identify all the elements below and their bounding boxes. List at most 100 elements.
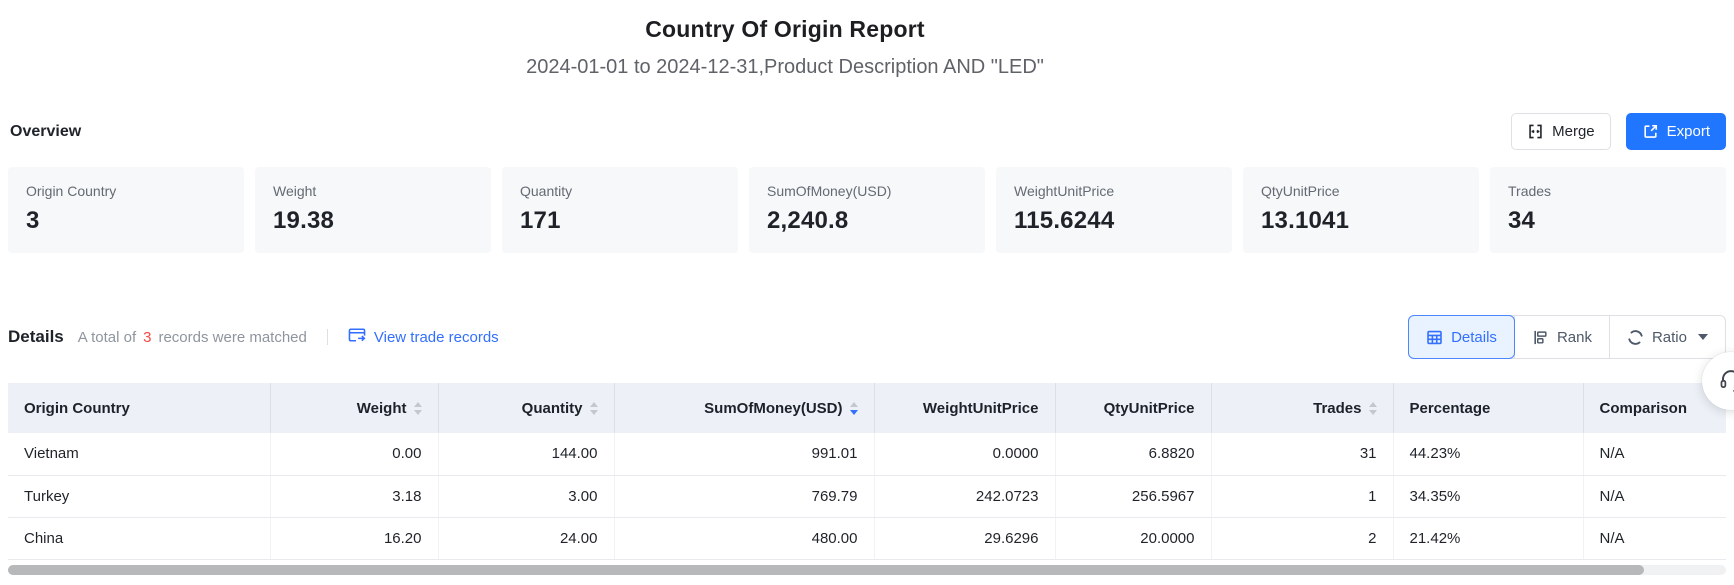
card-label: QtyUnitPrice	[1261, 183, 1461, 199]
view-trade-records-label: View trade records	[374, 329, 499, 346]
column-header-trades[interactable]: Trades	[1211, 383, 1393, 433]
cell-trades: 2	[1211, 517, 1393, 559]
cell-origin-country: China	[8, 517, 270, 559]
cell-comparison: N/A	[1583, 517, 1726, 559]
cell-sumofmoney-usd: 991.01	[614, 433, 874, 475]
table-row: China16.2024.00480.0029.629620.0000221.4…	[8, 517, 1726, 559]
export-button[interactable]: Export	[1626, 113, 1726, 150]
rank-icon	[1532, 329, 1549, 346]
divider	[327, 329, 328, 345]
table-row: Vietnam0.00144.00991.010.00006.88203144.…	[8, 433, 1726, 475]
horizontal-scrollbar-thumb[interactable]	[8, 565, 1644, 575]
page-title: Country Of Origin Report	[0, 16, 1570, 43]
card-label: Trades	[1508, 183, 1708, 199]
cell-weightunitprice: 29.6296	[874, 517, 1055, 559]
card-value: 115.6244	[1014, 207, 1214, 235]
details-heading: Details	[8, 327, 64, 347]
column-header-label: Quantity	[522, 400, 583, 417]
column-header-origin-country: Origin Country	[8, 383, 270, 433]
column-header-percentage: Percentage	[1393, 383, 1583, 433]
column-header-label: Percentage	[1410, 400, 1491, 417]
cell-sumofmoney-usd: 769.79	[614, 475, 874, 517]
overview-card-sumofmoney-usd: SumOfMoney(USD) 2,240.8	[749, 167, 985, 253]
column-header-weight[interactable]: Weight	[270, 383, 438, 433]
window-arrow-icon	[348, 326, 366, 348]
sort-icon[interactable]	[590, 402, 598, 415]
table-row: Turkey3.183.00769.79242.0723256.5967134.…	[8, 475, 1726, 517]
toolbar-buttons: Merge Export	[1511, 113, 1726, 150]
cell-qtyunitprice: 256.5967	[1055, 475, 1211, 517]
view-mode-details-button[interactable]: Details	[1408, 315, 1515, 359]
cell-comparison: N/A	[1583, 433, 1726, 475]
column-header-label: Origin Country	[24, 400, 130, 417]
cell-weight: 16.20	[270, 517, 438, 559]
merge-button-label: Merge	[1552, 123, 1595, 140]
column-header-quantity[interactable]: Quantity	[438, 383, 614, 433]
cell-percentage: 34.35%	[1393, 475, 1583, 517]
overview-card-qtyunitprice: QtyUnitPrice 13.1041	[1243, 167, 1479, 253]
card-label: WeightUnitPrice	[1014, 183, 1214, 199]
card-value: 34	[1508, 207, 1708, 235]
column-header-label: Comparison	[1600, 400, 1688, 417]
export-icon	[1642, 123, 1659, 140]
cell-weightunitprice: 0.0000	[874, 433, 1055, 475]
card-label: SumOfMoney(USD)	[767, 183, 967, 199]
page-subtitle: 2024-01-01 to 2024-12-31,Product Descrip…	[0, 56, 1570, 79]
card-value: 2,240.8	[767, 207, 967, 235]
overview-heading: Overview	[8, 123, 81, 141]
sort-icon[interactable]	[414, 402, 422, 415]
card-label: Quantity	[520, 183, 720, 199]
overview-cards: Origin Country3Weight19.38Quantity171Sum…	[8, 167, 1726, 253]
view-mode-rank-button[interactable]: Rank	[1514, 316, 1609, 358]
sort-icon[interactable]	[1369, 402, 1377, 415]
cell-quantity: 144.00	[438, 433, 614, 475]
card-label: Origin Country	[26, 183, 226, 199]
cell-percentage: 44.23%	[1393, 433, 1583, 475]
column-header-weightunitprice: WeightUnitPrice	[874, 383, 1055, 433]
match-count: 3	[143, 329, 151, 346]
horizontal-scrollbar-track[interactable]	[8, 565, 1726, 575]
table-grid-icon	[1426, 329, 1443, 346]
column-header-label: SumOfMoney(USD)	[704, 400, 842, 417]
overview-toolbar: Overview Merge Export	[8, 113, 1726, 150]
ratio-refresh-icon	[1627, 329, 1644, 346]
overview-card-origin-country: Origin Country 3	[8, 167, 244, 253]
summary-prefix: A total of	[78, 329, 136, 346]
details-summary: Details A total of 3 records were matche…	[8, 326, 499, 348]
match-summary: A total of 3 records were matched	[78, 329, 307, 346]
column-header-label: Trades	[1313, 400, 1361, 417]
view-mode-label: Ratio	[1652, 329, 1687, 346]
view-mode-label: Details	[1451, 329, 1497, 346]
cell-quantity: 24.00	[438, 517, 614, 559]
card-value: 13.1041	[1261, 207, 1461, 235]
cell-weightunitprice: 242.0723	[874, 475, 1055, 517]
cell-weight: 3.18	[270, 475, 438, 517]
cell-sumofmoney-usd: 480.00	[614, 517, 874, 559]
merge-button[interactable]: Merge	[1511, 113, 1611, 150]
sort-icon[interactable]	[850, 402, 858, 415]
chevron-down-icon	[1698, 334, 1708, 340]
column-header-qtyunitprice: QtyUnitPrice	[1055, 383, 1211, 433]
details-table: Origin Country Weight Quantity SumOfMoney(U…	[8, 383, 1726, 560]
export-button-label: Export	[1667, 123, 1710, 140]
cell-trades: 1	[1211, 475, 1393, 517]
cell-quantity: 3.00	[438, 475, 614, 517]
cell-comparison: N/A	[1583, 475, 1726, 517]
details-bar: Details A total of 3 records were matche…	[8, 315, 1726, 359]
view-trade-records-link[interactable]: View trade records	[348, 326, 499, 348]
overview-card-quantity: Quantity171	[502, 167, 738, 253]
cell-origin-country: Vietnam	[8, 433, 270, 475]
column-header-label: Weight	[357, 400, 407, 417]
overview-card-trades: Trades 34	[1490, 167, 1726, 253]
card-label: Weight	[273, 183, 473, 199]
cell-percentage: 21.42%	[1393, 517, 1583, 559]
headset-icon	[1718, 367, 1734, 396]
card-value: 19.38	[273, 207, 473, 235]
cell-trades: 31	[1211, 433, 1393, 475]
column-header-sumofmoney-usd[interactable]: SumOfMoney(USD)	[614, 383, 874, 433]
table-header-row: Origin Country Weight Quantity SumOfMoney(U…	[8, 383, 1726, 433]
card-value: 3	[26, 207, 226, 235]
cell-qtyunitprice: 20.0000	[1055, 517, 1211, 559]
report-header: Country Of Origin Report 2024-01-01 to 2…	[0, 0, 1570, 79]
view-mode-ratio-button[interactable]: Ratio	[1609, 316, 1725, 358]
